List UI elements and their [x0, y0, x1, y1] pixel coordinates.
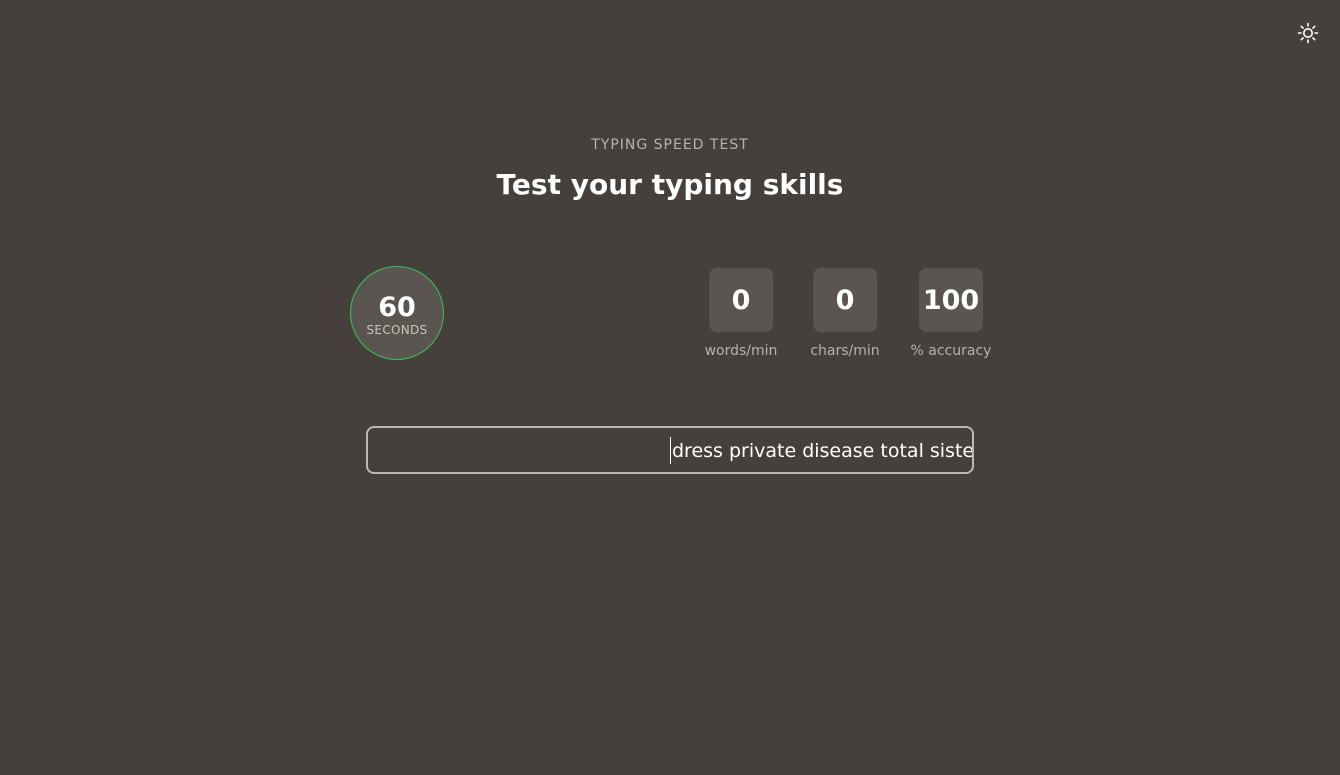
- theme-toggle-button[interactable]: [1295, 22, 1321, 48]
- stat-accuracy: 100 % accuracy: [901, 268, 1001, 359]
- stat-value: 0: [709, 268, 773, 332]
- upcoming-text: dress private disease total sister ac: [672, 440, 974, 462]
- stat-label: % accuracy: [910, 343, 992, 359]
- timer-label: SECONDS: [366, 323, 428, 337]
- stat-value: 100: [919, 268, 983, 332]
- stat-words-per-minute: 0 words/min: [691, 268, 791, 359]
- stat-label: chars/min: [810, 343, 880, 359]
- typing-input[interactable]: dress private disease total sister ac: [366, 426, 974, 474]
- stat-value: 0: [813, 268, 877, 332]
- timer-value: 60: [378, 292, 416, 323]
- sun-icon: [1297, 22, 1319, 48]
- stat-chars-per-minute: 0 chars/min: [795, 268, 895, 359]
- page-eyebrow: TYPING SPEED TEST: [591, 137, 749, 153]
- text-caret: [670, 437, 671, 464]
- stat-label: words/min: [704, 343, 778, 359]
- timer-circle: 60 SECONDS: [350, 266, 444, 360]
- page-title: Test your typing skills: [496, 168, 844, 201]
